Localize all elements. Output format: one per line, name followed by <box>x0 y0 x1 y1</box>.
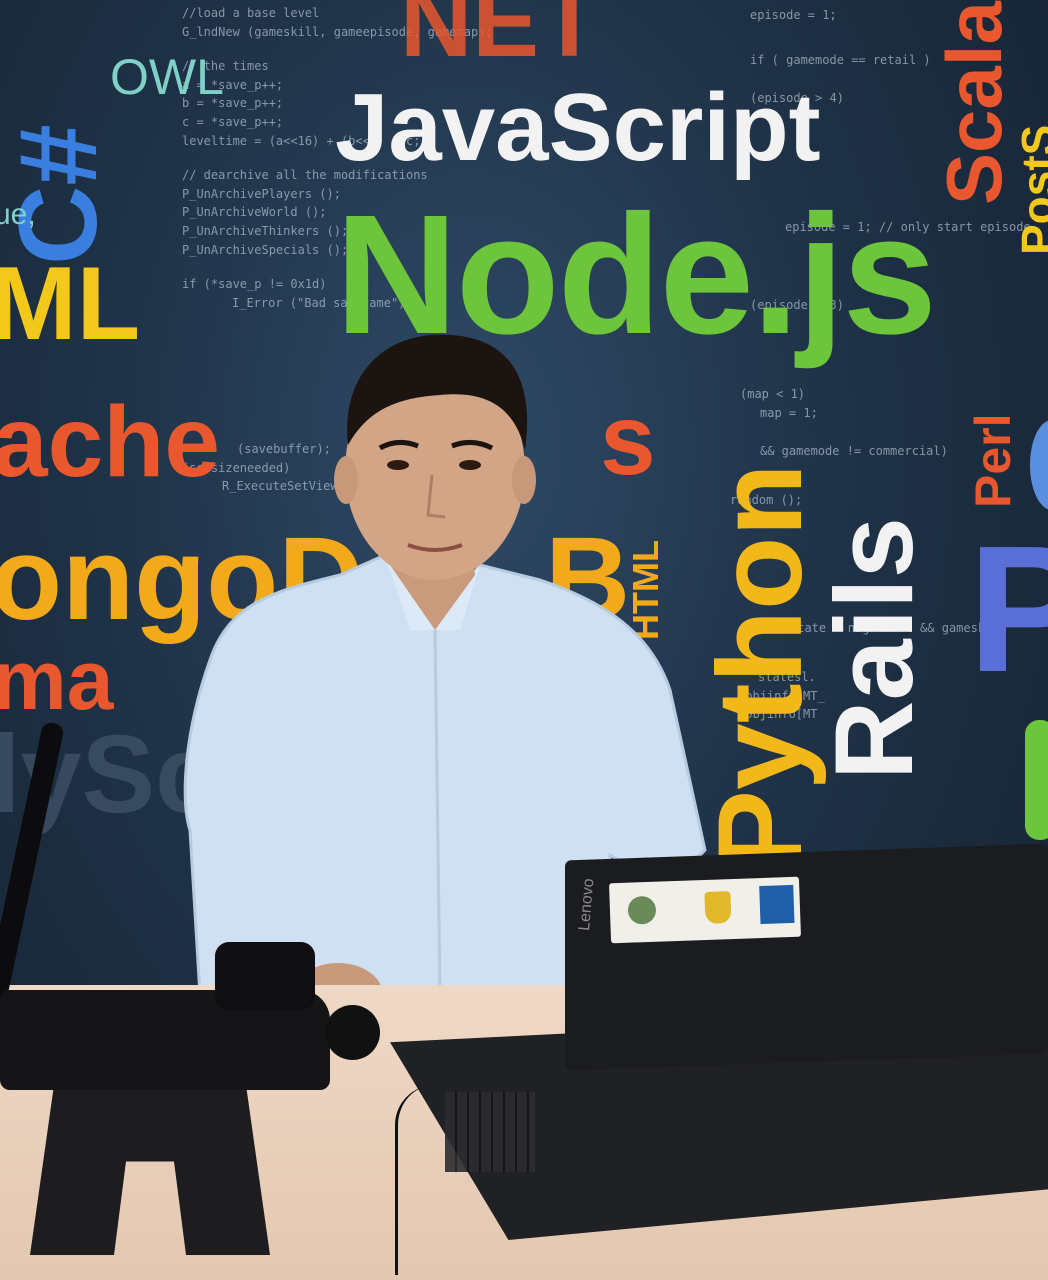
word-owl: OWL <box>110 49 224 105</box>
word-ma: ma <box>0 633 114 727</box>
word-ml: ML <box>0 246 141 362</box>
emblem-icon <box>627 895 657 925</box>
undp-logo-icon <box>759 884 795 925</box>
word-p: P <box>968 509 1048 710</box>
word-rails: Rails <box>813 517 936 780</box>
word-scala: Scala <box>930 1 1018 205</box>
word-python: Python <box>693 463 827 870</box>
phone-handset <box>215 942 315 1010</box>
laptop-sticker <box>609 876 801 944</box>
code-line: (map < 1) <box>740 386 806 401</box>
word-csharp: C# <box>0 124 120 265</box>
letter-fragment-shape <box>1030 420 1048 510</box>
crest-icon <box>704 891 732 924</box>
green-letter-fragment <box>1025 720 1048 840</box>
word-net: NET <box>400 0 600 78</box>
cable <box>395 1085 518 1275</box>
computer-mouse <box>325 1005 380 1060</box>
photo-scene: //load a base level G_lndNew (gameskill,… <box>0 0 1048 1280</box>
laptop-lid <box>565 843 1048 1071</box>
word-perl: Perl <box>965 413 1021 508</box>
word-e-fragment: ue, <box>0 198 36 231</box>
word-javascript: JavaScript <box>335 74 821 181</box>
word-postscript: PostS <box>1012 124 1048 255</box>
